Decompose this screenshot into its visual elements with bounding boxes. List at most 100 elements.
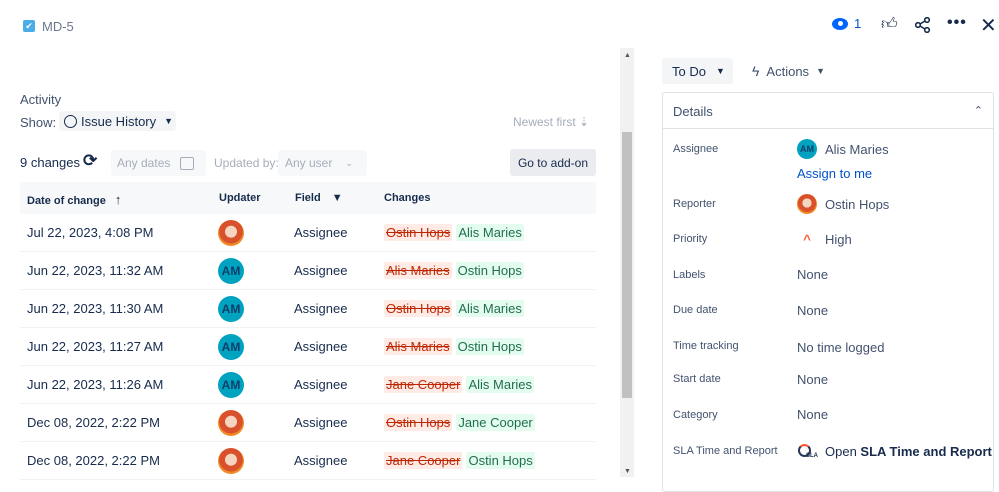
share-icon[interactable] xyxy=(915,17,931,33)
old-value: Alis Maries xyxy=(384,338,452,355)
lightning-icon: ϟ xyxy=(752,63,760,79)
table-row: Jul 22, 2023, 4:08 PM Assignee Ostin Hops A… xyxy=(20,214,596,252)
avatar: AM xyxy=(218,257,244,284)
avatar xyxy=(218,219,244,246)
eye-icon xyxy=(832,17,848,30)
avatar: AM xyxy=(218,371,244,398)
close-icon[interactable]: ✕ xyxy=(980,13,997,38)
change-date: Jun 22, 2023, 11:30 AM xyxy=(27,301,164,316)
start-date-label: Start date xyxy=(673,373,721,385)
more-icon[interactable]: ••• xyxy=(947,14,967,32)
chevron-down-icon: ▼ xyxy=(164,116,174,126)
labels-value[interactable]: None xyxy=(797,267,828,282)
new-value: Ostin Hops xyxy=(455,262,524,279)
old-value: Alis Maries xyxy=(384,262,452,279)
chevron-up-icon: ⌃ xyxy=(973,105,983,117)
actions-button[interactable]: ϟ Actions ▼ xyxy=(752,63,825,79)
table-row: Jun 22, 2023, 11:27 AM AM Assignee Alis Mar… xyxy=(20,328,596,366)
go-to-addon-button[interactable]: Go to add-on xyxy=(510,149,596,176)
updated-by-label: Updated by: xyxy=(214,156,279,170)
start-date-value[interactable]: None xyxy=(797,372,828,387)
field-name: Assignee xyxy=(294,263,348,278)
time-tracking-label: Time tracking xyxy=(673,340,739,352)
assignee-value[interactable]: AM Alis Maries xyxy=(797,139,889,159)
avatar: AM xyxy=(218,295,244,322)
field-name: Assignee xyxy=(294,453,348,468)
scrollbar[interactable]: ▲ ▼ xyxy=(620,48,634,477)
change-date: Dec 08, 2022, 2:22 PM xyxy=(27,453,160,468)
table-row: Jun 22, 2023, 11:30 AM AM Assignee Ostin Ho… xyxy=(20,290,596,328)
change-date: Jul 22, 2023, 4:08 PM xyxy=(27,225,154,240)
labels-label: Labels xyxy=(673,269,706,281)
header-changes: Changes xyxy=(384,192,431,204)
old-value: Ostin Hops xyxy=(384,224,453,241)
scrollbar-thumb[interactable] xyxy=(622,132,632,398)
field-name: Assignee xyxy=(294,415,348,430)
field-name: Assignee xyxy=(294,339,348,354)
change-date: Jun 22, 2023, 11:27 AM xyxy=(27,339,164,354)
user-filter[interactable]: Any user ⌄ xyxy=(278,150,367,176)
field-name: Assignee xyxy=(294,225,348,240)
new-value: Ostin Hops xyxy=(455,338,524,355)
show-select[interactable]: Issue History ▼ xyxy=(59,111,176,131)
avatar: AM xyxy=(218,333,244,360)
priority-high-icon: ^ xyxy=(803,232,811,247)
header-updater: Updater xyxy=(219,192,261,204)
changes-count: 9 changes xyxy=(20,155,80,170)
change-date: Jun 22, 2023, 11:26 AM xyxy=(27,377,164,392)
chevron-down-icon: ▼ xyxy=(816,66,825,76)
field-name: Assignee xyxy=(294,377,348,392)
table-row: Dec 08, 2022, 2:22 PM Assignee Jane Cooper… xyxy=(20,442,596,480)
avatar: AM xyxy=(797,139,817,159)
priority-value[interactable]: ^ High xyxy=(797,232,852,247)
sort-toggle[interactable]: Newest first ⇣ xyxy=(513,115,589,129)
category-value[interactable]: None xyxy=(797,407,828,422)
field-name: Assignee xyxy=(294,301,348,316)
old-value: Jane Cooper xyxy=(384,376,463,393)
date-filter[interactable]: Any dates xyxy=(111,150,206,176)
sla-label: SLA Time and Report xyxy=(673,445,778,457)
table-row: Dec 08, 2022, 2:22 PM Assignee Ostin Hops J… xyxy=(20,404,596,442)
due-date-value[interactable]: None xyxy=(797,303,828,318)
old-value: Ostin Hops xyxy=(384,300,453,317)
avatar xyxy=(218,409,244,436)
chevron-down-icon: ⌄ xyxy=(345,157,353,168)
filter-icon: ▼ xyxy=(331,192,343,204)
activity-title: Activity xyxy=(20,92,62,107)
old-value: Ostin Hops xyxy=(384,414,453,431)
new-value: Alis Maries xyxy=(456,224,524,241)
reporter-value[interactable]: Ostin Hops xyxy=(797,194,889,214)
table-row: Jun 22, 2023, 11:32 AM AM Assignee Alis Mar… xyxy=(20,252,596,290)
change-date: Dec 08, 2022, 2:22 PM xyxy=(27,415,160,430)
header-field[interactable]: Field ▼ xyxy=(295,192,343,204)
due-date-label: Due date xyxy=(673,304,718,316)
new-value: Alis Maries xyxy=(456,300,524,317)
issue-type-icon: ✔ xyxy=(23,20,35,32)
clock-icon xyxy=(64,114,77,128)
avatar xyxy=(797,194,817,214)
change-date: Jun 22, 2023, 11:32 AM xyxy=(27,263,164,278)
priority-label: Priority xyxy=(673,233,708,245)
status-button[interactable]: To Do ▼ xyxy=(662,58,733,84)
old-value: Jane Cooper xyxy=(384,452,463,469)
watch-button[interactable]: 1 xyxy=(832,16,861,31)
refresh-icon[interactable]: ⟳ xyxy=(83,151,97,171)
issue-key[interactable]: MD-5 xyxy=(42,19,74,34)
time-tracking-value[interactable]: No time logged xyxy=(797,340,884,355)
sla-stopwatch-icon: SLA xyxy=(797,441,818,461)
table-header: Date of change ↑ Updater Field ▼ Changes xyxy=(20,182,596,214)
watchers-count: 1 xyxy=(854,16,862,31)
reporter-label: Reporter xyxy=(673,198,716,210)
assign-to-me-link[interactable]: Assign to me xyxy=(797,166,872,181)
details-header[interactable]: Details ⌃ xyxy=(663,93,993,129)
calendar-icon xyxy=(180,156,194,170)
table-row: Jun 22, 2023, 11:26 AM AM Assignee Jane Coo… xyxy=(20,366,596,404)
new-value: Ostin Hops xyxy=(466,452,535,469)
avatar xyxy=(218,447,244,474)
header-date[interactable]: Date of change ↑ xyxy=(27,192,121,207)
like-icon[interactable]: 👍︎ xyxy=(881,15,898,34)
category-label: Category xyxy=(673,409,718,421)
show-label: Show: xyxy=(20,115,57,130)
assignee-label: Assignee xyxy=(673,143,719,155)
sla-link[interactable]: SLA Open SLA Time and Report xyxy=(797,441,992,461)
